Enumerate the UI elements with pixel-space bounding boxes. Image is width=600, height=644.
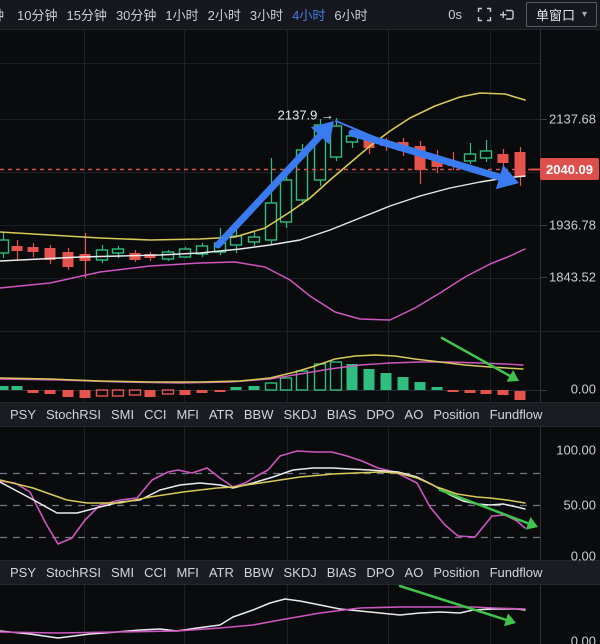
timeframe-clipped[interactable]: 钟 (0, 5, 10, 24)
timeframe-2h[interactable]: 2小时 (208, 5, 241, 24)
indicator-tab-position[interactable]: Position (433, 407, 479, 422)
timeframe-10min[interactable]: 10分钟 (17, 5, 57, 24)
timeframe-6h[interactable]: 6小时 (334, 5, 367, 24)
bottom-pane-canvas[interactable] (0, 585, 600, 644)
timeframe-toolbar: 钟 10分钟15分钟30分钟1小时2小时3小时4小时6小时 0s 单窗 (0, 0, 600, 30)
indicator-tabrow-1: PSY StochRSI SMI CCI MFI ATR BBW SKDJ BIAS DPO AO P… (0, 402, 600, 427)
indicator-tab-psy[interactable]: PSY (10, 407, 36, 422)
indicator-tab-psy[interactable]: PSY (10, 565, 36, 580)
indicator-tab-bbw[interactable]: BBW (244, 407, 274, 422)
trading-app-window: 钟 10分钟15分钟30分钟1小时2小时3小时4小时6小时 0s 单窗 (0, 0, 600, 644)
timeframe-1h[interactable]: 1小时 (165, 5, 198, 24)
indicator-tab-skdj[interactable]: SKDJ (284, 565, 317, 580)
indicator-tab-mfi[interactable]: MFI (176, 407, 198, 422)
fullscreen-icon[interactable] (476, 6, 493, 23)
timeframe-30min[interactable]: 30分钟 (116, 5, 156, 24)
timeframe-group: 10分钟 15分钟 30分钟 1小时 2小时 3小时 4小时 6小时 (17, 5, 368, 24)
indicator-tab-mfi[interactable]: MFI (176, 565, 198, 580)
timeframe-3h[interactable]: 3小时 (250, 5, 283, 24)
indicator-tab-dpo[interactable]: DPO (366, 407, 394, 422)
indicator-tab-cci[interactable]: CCI (144, 565, 166, 580)
add-pane-icon[interactable] (499, 6, 516, 23)
timeframe-15min[interactable]: 15分钟 (66, 5, 106, 24)
indicator-tab-smi[interactable]: SMI (111, 565, 134, 580)
indicator-tab-fundflow[interactable]: Fundflow (490, 565, 543, 580)
indicator-tab-position[interactable]: Position (433, 565, 479, 580)
indicator-tabrow-2: PSY StochRSI SMI CCI MFI ATR BBW SKDJ BIAS DPO AO P… (0, 560, 600, 585)
indicator-tab-bias[interactable]: BIAS (327, 407, 357, 422)
indicator-tab-stochrsi[interactable]: StochRSI (46, 565, 101, 580)
toolbar-right-cluster: 0s 单窗口 ▾ (448, 2, 600, 27)
window-mode-button[interactable]: 单窗口 ▾ (526, 2, 597, 27)
candle-countdown: 0s (448, 7, 462, 22)
indicator-tab-ao[interactable]: AO (405, 407, 424, 422)
indicator-tab-smi[interactable]: SMI (111, 407, 134, 422)
oscillator-pane-canvas[interactable] (0, 427, 600, 560)
indicator-tab-skdj[interactable]: SKDJ (284, 407, 317, 422)
indicator-tab-ao[interactable]: AO (405, 565, 424, 580)
indicator-tab-fundflow[interactable]: Fundflow (490, 407, 543, 422)
indicator-tab-cci[interactable]: CCI (144, 407, 166, 422)
chevron-down-icon: ▾ (582, 10, 587, 20)
indicator-tab-bias[interactable]: BIAS (327, 565, 357, 580)
pane-divider (0, 331, 600, 332)
indicator-tab-atr[interactable]: ATR (209, 565, 234, 580)
main-chart-canvas[interactable] (0, 29, 600, 332)
timeframe-4h[interactable]: 4小时 (292, 5, 325, 24)
indicator-tab-dpo[interactable]: DPO (366, 565, 394, 580)
histogram-pane-canvas[interactable] (0, 332, 600, 402)
indicator-tab-bbw[interactable]: BBW (244, 565, 274, 580)
indicator-tab-atr[interactable]: ATR (209, 407, 234, 422)
indicator-tab-stochrsi[interactable]: StochRSI (46, 407, 101, 422)
